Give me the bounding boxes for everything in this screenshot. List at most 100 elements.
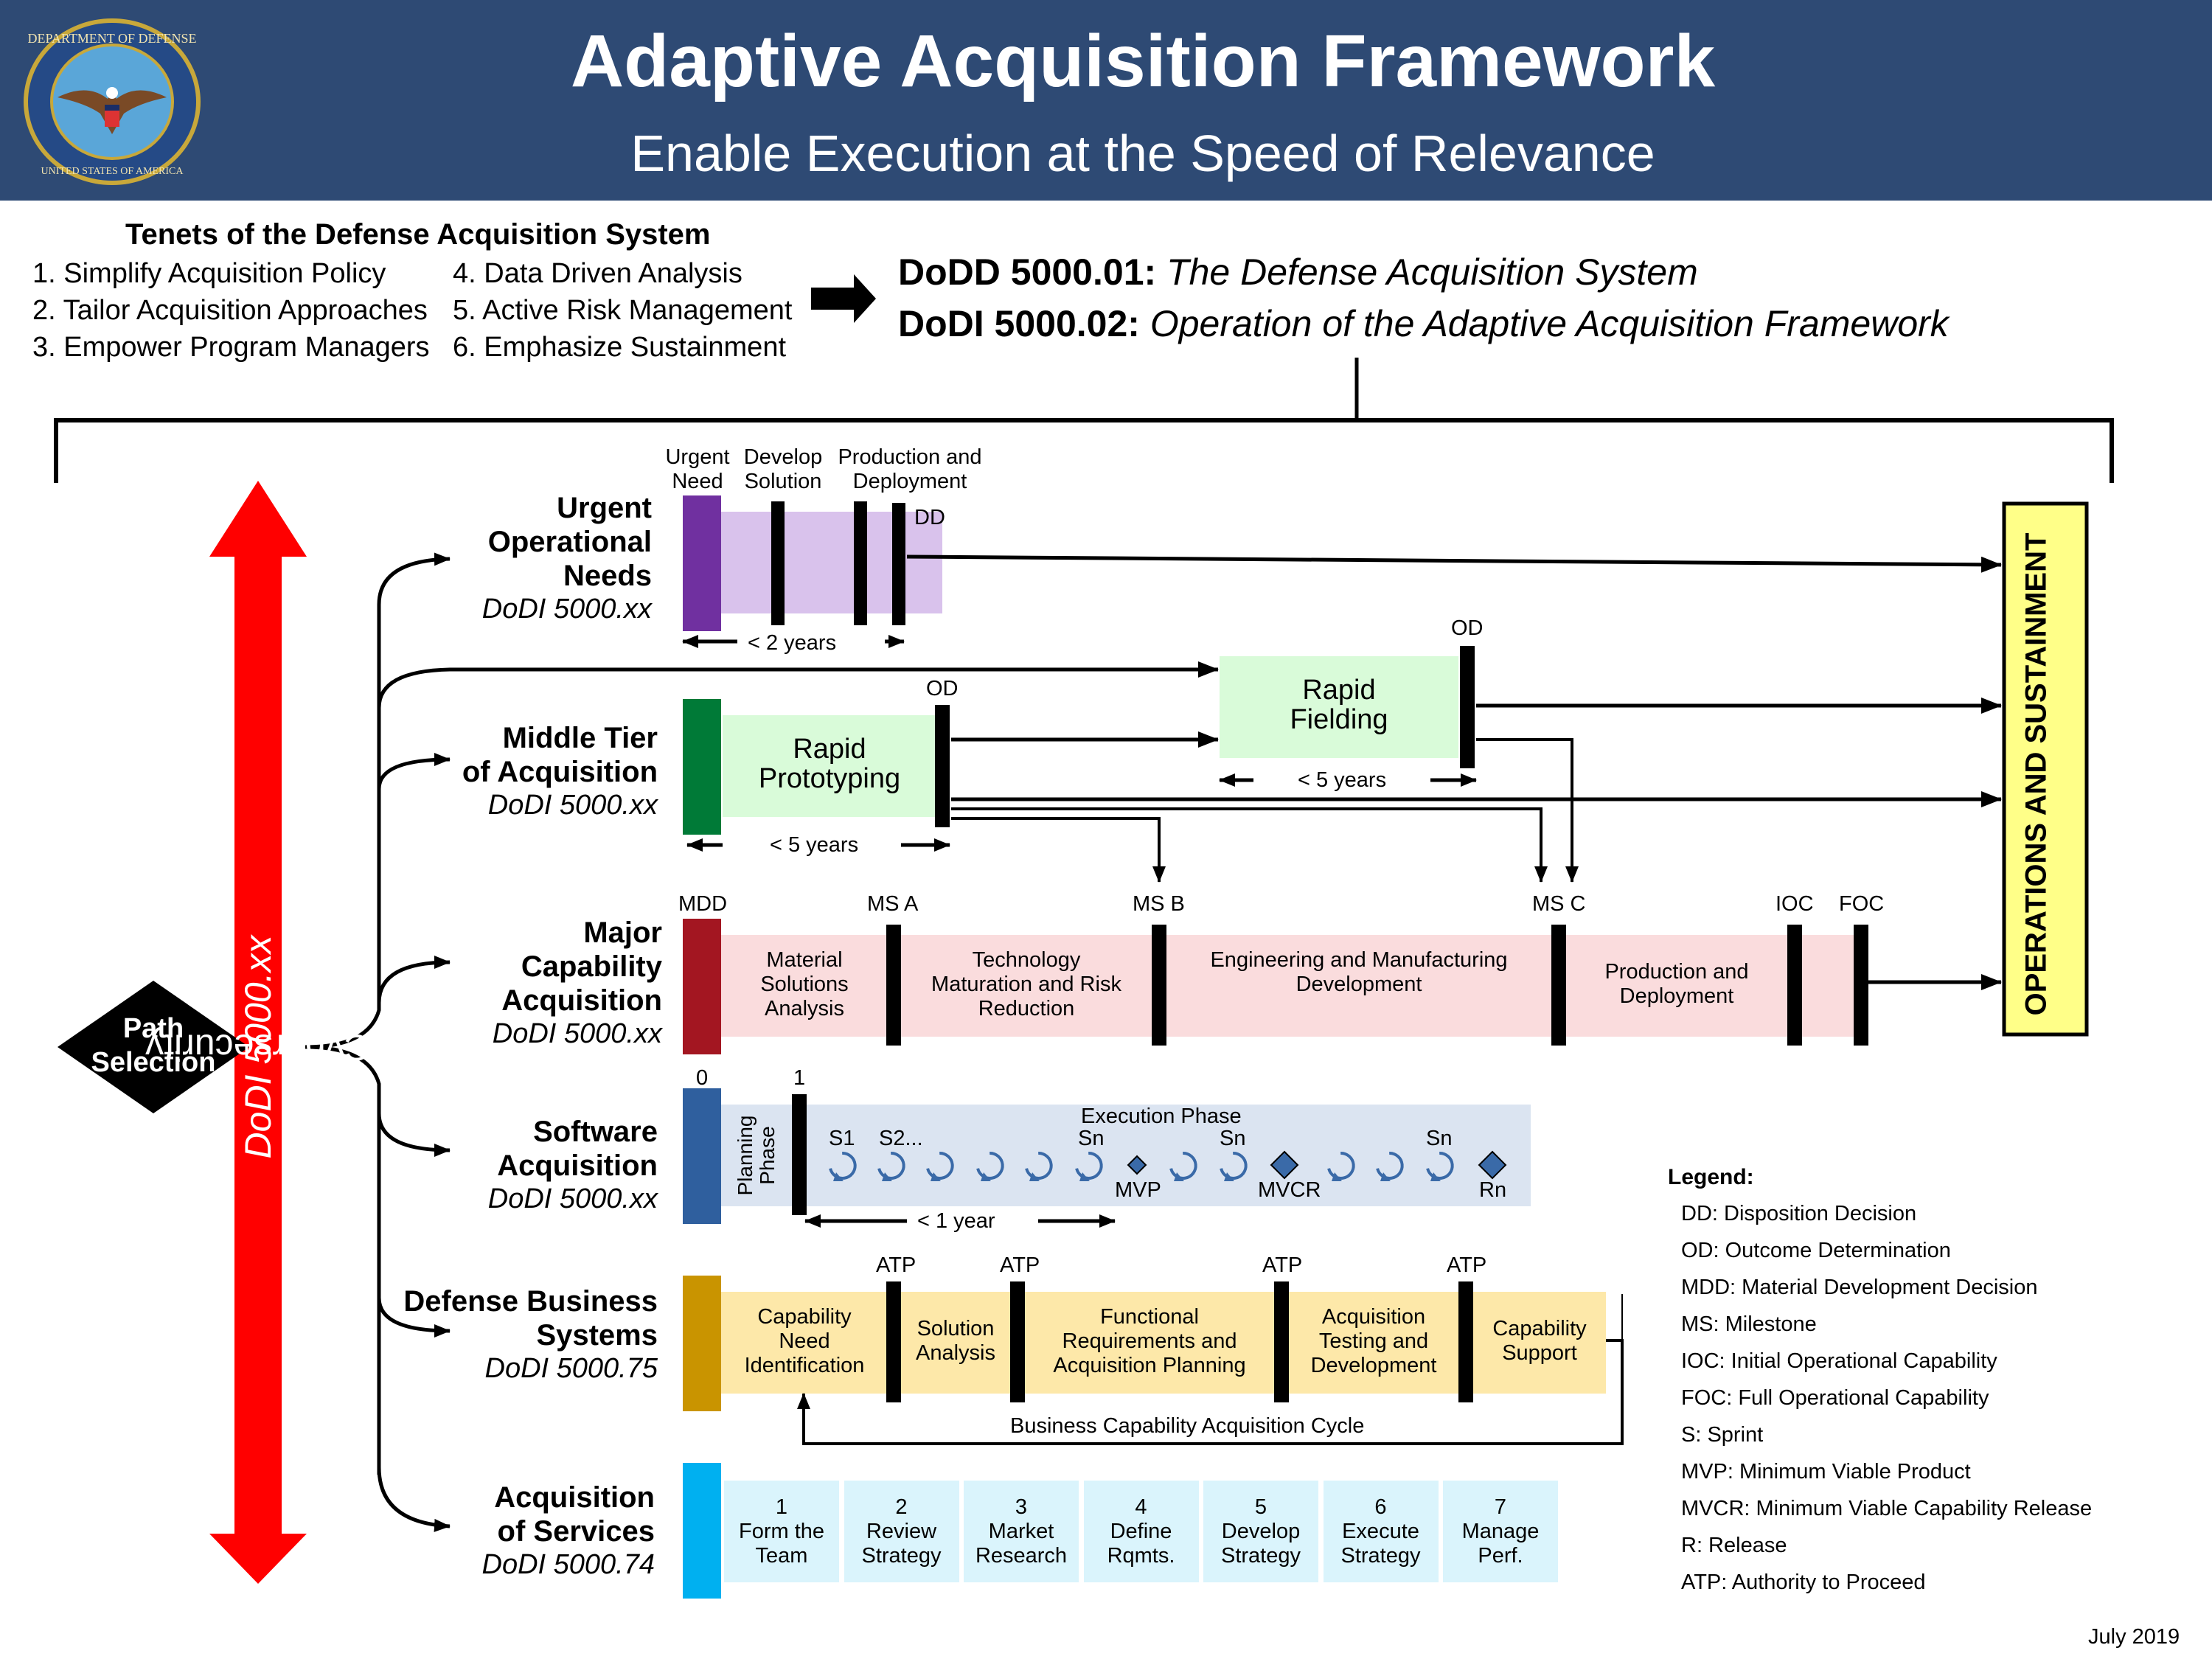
aos-step-number: 4: [1135, 1495, 1147, 1519]
path-name-line: of Acquisition: [462, 756, 658, 788]
aos-step-number: 1: [775, 1495, 788, 1519]
mta-start-bar: [683, 699, 721, 835]
uon-gate: [771, 501, 785, 625]
aos-step-number: 5: [1254, 1495, 1267, 1519]
mta-od-gate: [935, 705, 950, 827]
sprint-label: S2...: [879, 1127, 923, 1150]
milestone-foc: FOC: [1839, 892, 1885, 916]
milestone-ioc: IOC: [1775, 892, 1814, 916]
path-software[interactable]: Software Acquisition DoDI 5000.xx: [488, 1115, 658, 1215]
aos-step-text: Develop: [1221, 1519, 1301, 1543]
aos-step-box: 7 Manage Perf.: [1443, 1481, 1558, 1582]
uon-gate: [854, 501, 867, 625]
mca-mdd-bar: [683, 919, 721, 1054]
mca-phase-msa: Material Solutions Analysis: [760, 948, 849, 1020]
dbs-start-bar: [683, 1276, 721, 1411]
atp-label: ATP: [1262, 1253, 1303, 1277]
framework-bracket: [54, 418, 2114, 483]
legend-title: Legend:: [1668, 1165, 1754, 1189]
dbs-phase: Capability Need Identification: [744, 1305, 865, 1377]
path-selection-line: Selection: [91, 1047, 216, 1078]
ms-a-gate: [886, 925, 901, 1046]
aos-step-number: 6: [1374, 1495, 1387, 1519]
aos-step-box: 5 Develop Strategy: [1203, 1481, 1318, 1582]
atp-gate: [1274, 1281, 1289, 1402]
path-aos[interactable]: Acquisition of Services DoDI 5000.74: [482, 1481, 655, 1581]
aos-step-text: Rqmts.: [1107, 1543, 1175, 1568]
legend-item: ATP: Authority to Proceed: [1681, 1571, 1926, 1594]
aos-step-text: Strategy: [1340, 1543, 1421, 1568]
uon-phase-header: Develop Solution: [743, 445, 823, 493]
aos-step-box: 2 Review Strategy: [844, 1481, 959, 1582]
sprint-label: Sn: [1426, 1127, 1453, 1150]
path-name-line: Acquisition: [501, 984, 662, 1017]
path-name-line: Capability: [521, 950, 662, 983]
aos-step-box: 3 Market Research: [964, 1481, 1079, 1582]
legend-item: IOC: Initial Operational Capability: [1681, 1349, 1997, 1373]
rapid-prototyping-label: Rapid Prototyping: [758, 734, 901, 794]
ioc-gate: [1787, 925, 1802, 1046]
fielding-od-gate: [1460, 646, 1475, 768]
atp-gate: [1458, 1281, 1473, 1402]
release-label-rn: Rn: [1479, 1178, 1507, 1202]
atp-gate: [886, 1281, 901, 1402]
legend-item: MVP: Minimum Viable Product: [1681, 1460, 1971, 1484]
path-ref: DoDI 5000.75: [484, 1353, 658, 1384]
path-name-line: Defense Business: [403, 1285, 658, 1318]
uon-phase-header: Production and Deployment: [838, 445, 982, 493]
business-cycle-label: Business Capability Acquisition Cycle: [1010, 1414, 1365, 1438]
aos-step-box: 1 Form the Team: [724, 1481, 839, 1582]
aos-step-text: Manage: [1461, 1519, 1540, 1543]
legend-item: S: Sprint: [1681, 1423, 1764, 1447]
uon-dd-label: DD: [914, 506, 945, 529]
legend-item: MVCR: Minimum Viable Capability Release: [1681, 1497, 2093, 1520]
sprint-label: S1: [829, 1127, 855, 1150]
path-mca[interactable]: Major Capability Acquisition DoDI 5000.x…: [493, 916, 662, 1050]
path-dbs[interactable]: Defense Business Systems DoDI 5000.75: [403, 1284, 658, 1385]
legend-item: R: Release: [1681, 1534, 1787, 1557]
aos-step-number: 3: [1015, 1495, 1028, 1519]
aos-step-number: 7: [1494, 1495, 1507, 1519]
uon-duration: < 2 years: [748, 631, 837, 655]
milestone-mdd: MDD: [678, 892, 728, 916]
dbs-phase: Functional Requirements and Acquisition Pl…: [1053, 1305, 1246, 1377]
dbs-phase: Capability Support: [1492, 1317, 1587, 1365]
tenets-arrow-icon: [811, 274, 876, 323]
aos-step-text: Define: [1110, 1519, 1172, 1543]
execution-phase-label: Execution Phase: [1081, 1105, 1242, 1128]
milestone-ms-b: MS B: [1133, 892, 1185, 916]
aos-start-bar: [683, 1463, 721, 1599]
prototyping-duration: < 5 years: [770, 833, 859, 857]
path-ref: DoDI 5000.74: [481, 1549, 655, 1580]
mta-od-label: OD: [926, 677, 959, 700]
path-ref: DoDI 5000.xx: [481, 594, 652, 625]
release-label-mvcr: MVCR: [1258, 1178, 1321, 1202]
operations-sustainment-label: OPERATIONS AND SUSTAINMENT: [2007, 516, 2066, 1032]
legend-item: DD: Disposition Decision: [1681, 1202, 1917, 1225]
aos-step-text: Form the: [738, 1519, 825, 1543]
path-name-line: Operational: [487, 526, 652, 558]
software-marker-1: 1: [793, 1066, 806, 1090]
path-name-line: Acquisition: [497, 1150, 658, 1182]
fielding-od-label: OD: [1451, 616, 1484, 640]
path-uon[interactable]: Urgent Operational Needs DoDI 5000.xx: [482, 491, 652, 625]
path-selection-line: Path: [122, 1013, 184, 1044]
aos-step-text: Strategy: [1221, 1543, 1301, 1568]
path-mta[interactable]: Middle Tier of Acquisition DoDI 5000.xx: [462, 721, 658, 821]
mca-phase-tmrr: Technology Maturation and Risk Reduction: [931, 948, 1121, 1020]
path-ref: DoDI 5000.xx: [492, 1018, 662, 1049]
foc-gate: [1854, 925, 1868, 1046]
atp-label: ATP: [1447, 1253, 1487, 1277]
legend-item: FOC: Full Operational Capability: [1681, 1386, 1989, 1410]
rapid-fielding-label: Rapid Fielding: [1290, 675, 1388, 735]
legend-item: MDD: Material Development Decision: [1681, 1276, 2038, 1299]
uon-phase-header: Urgent Need: [665, 445, 730, 493]
path-name-line: Needs: [563, 560, 652, 592]
path-ref: DoDI 5000.xx: [487, 1183, 658, 1214]
path-name-line: Acquisition: [494, 1481, 655, 1514]
path-name-line: Software: [533, 1116, 658, 1148]
aos-step-number: 2: [895, 1495, 908, 1519]
dbs-phase: Solution Analysis: [916, 1317, 995, 1365]
mca-phase-emd: Engineering and Manufacturing Development: [1210, 948, 1508, 996]
milestone-ms-a: MS A: [867, 892, 919, 916]
